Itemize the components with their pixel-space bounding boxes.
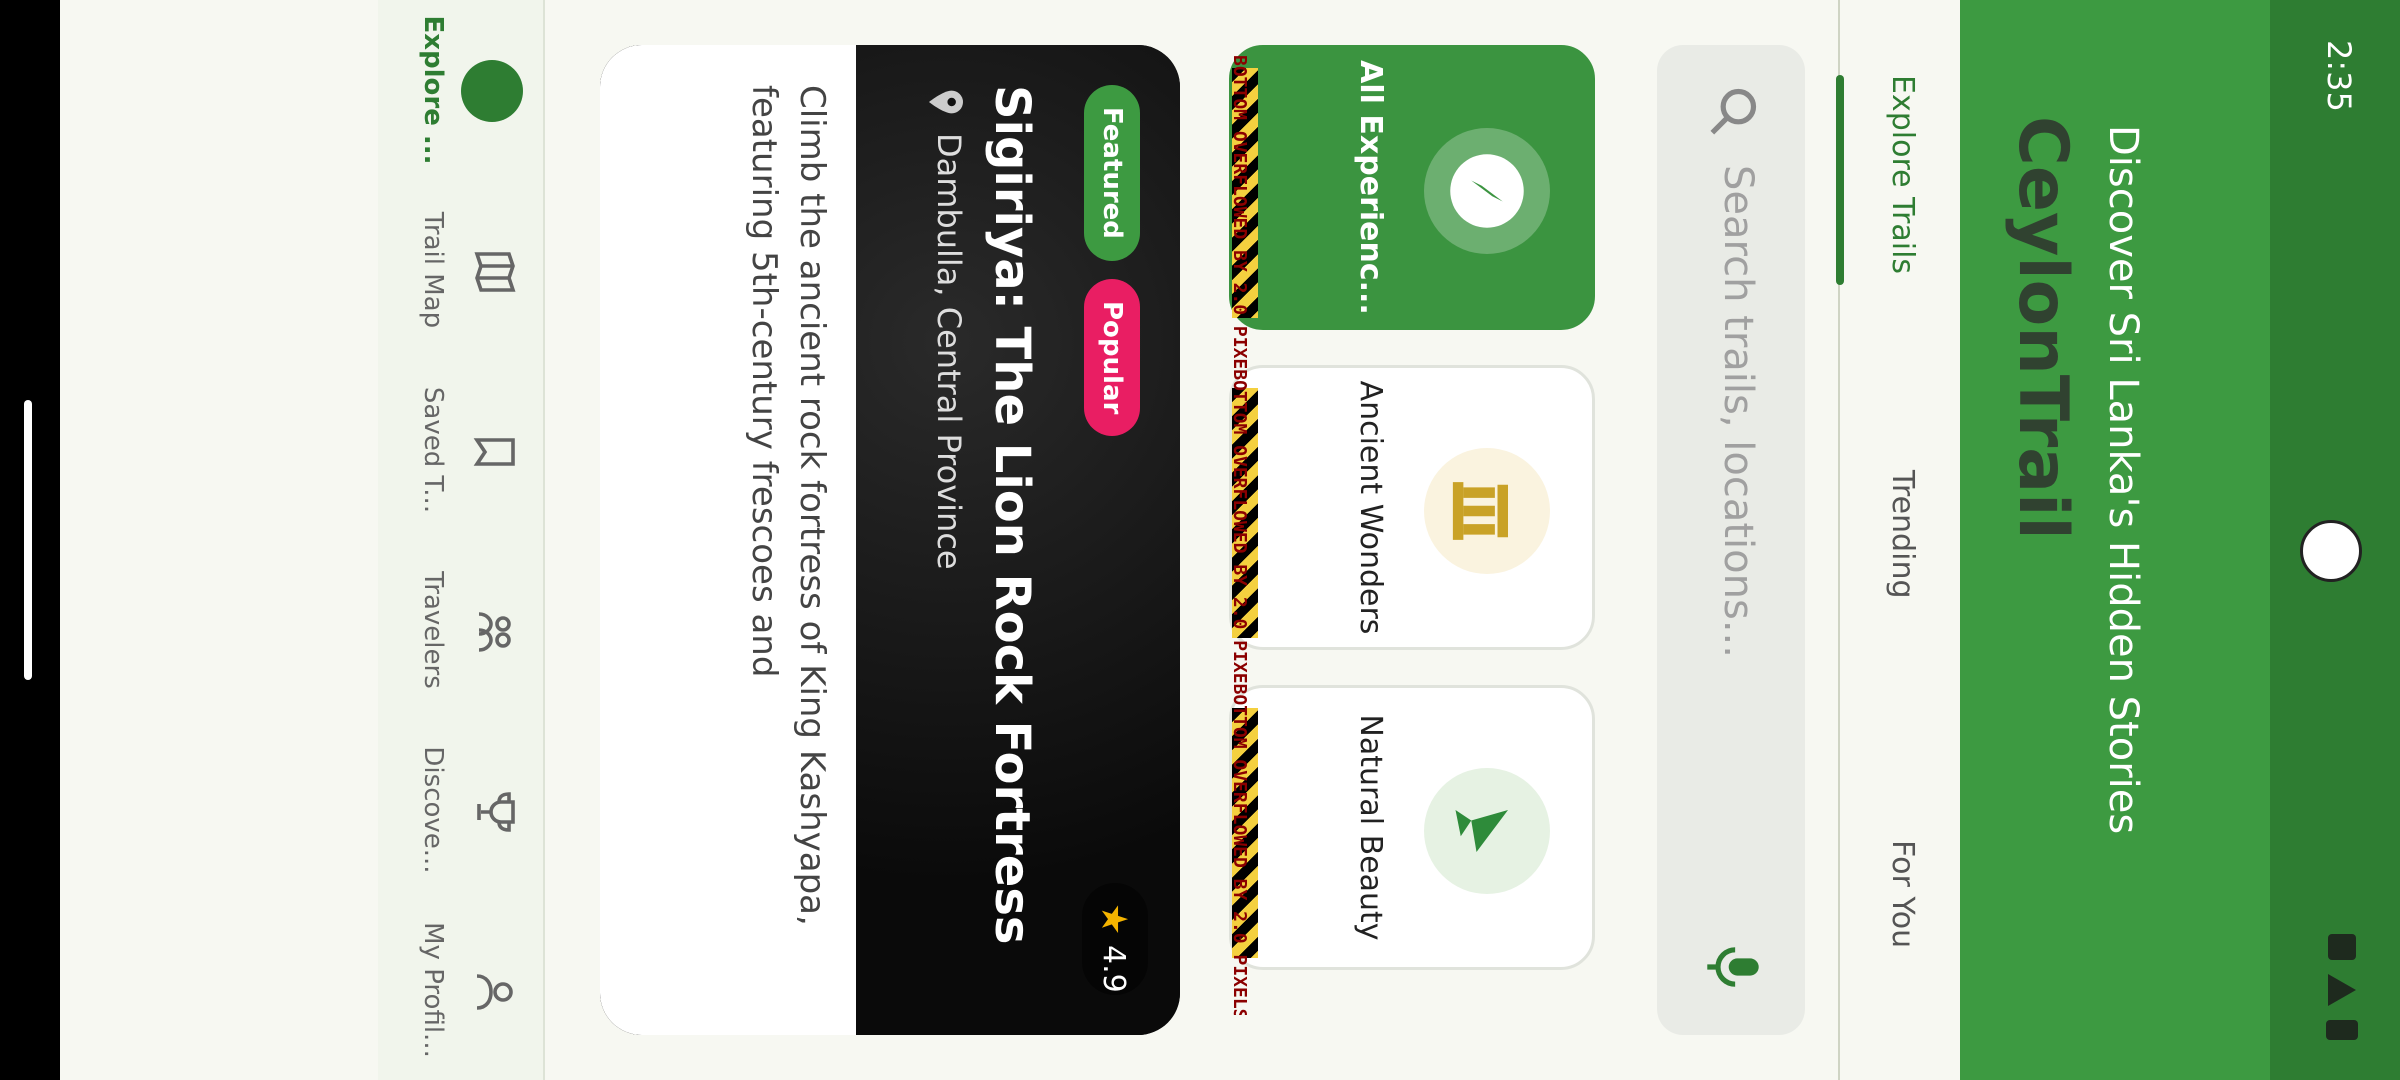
category-label: Natural Beauty bbox=[1353, 714, 1388, 941]
category-ancient-wonders[interactable]: Ancient Wonders bbox=[1229, 365, 1595, 650]
nav-travelers[interactable]: Travelers bbox=[378, 540, 543, 720]
trail-location: Dambulla, Central Province bbox=[930, 133, 968, 570]
nav-label: Explore ... bbox=[418, 15, 448, 165]
compass-icon bbox=[489, 86, 501, 98]
leaf-icon bbox=[1424, 768, 1550, 894]
category-row: All Experienc... Ancient Wonders Natural… bbox=[1225, 45, 1595, 1035]
battery-icon bbox=[2326, 1020, 2358, 1040]
category-label: Ancient Wonders bbox=[1353, 380, 1388, 635]
overflow-text: BOTTOM OVERFLOWED BY 2.0 PIXE bbox=[1229, 55, 1250, 370]
status-icons bbox=[2326, 934, 2358, 1040]
popular-badge: Popular bbox=[1084, 279, 1140, 437]
app-brand: CeylonTrail bbox=[2003, 116, 2082, 540]
nav-trail-map[interactable]: Trail Map bbox=[378, 180, 543, 360]
trail-description: Climb the ancient rock fortress of King … bbox=[744, 85, 832, 926]
rating-value: 4.9 bbox=[1096, 945, 1131, 993]
tab-trending[interactable]: Trending bbox=[1885, 470, 1920, 599]
tab-explore-trails[interactable]: Explore Trails bbox=[1885, 75, 1920, 274]
category-all-experiences[interactable]: All Experienc... bbox=[1229, 45, 1595, 330]
overflow-text-row: BOTTOM OVERFLOWED BY 2.0 PIXEBOTTOM OVER… bbox=[1229, 55, 1250, 1015]
featured-badge: Featured bbox=[1084, 85, 1140, 261]
overflow-text: BOTTOM OVERFLOWED BY 2.0 PIXE bbox=[1229, 369, 1250, 684]
search-input[interactable]: Search trails, locations... bbox=[1715, 165, 1761, 658]
nav-discover[interactable]: Discove... bbox=[378, 720, 543, 900]
tab-for-you[interactable]: For You bbox=[1885, 840, 1920, 948]
nav-saved-trails[interactable]: Saved T... bbox=[378, 360, 543, 540]
trail-title: Sigiriya: The Lion Rock Fortress bbox=[984, 85, 1040, 945]
gesture-handle[interactable] bbox=[24, 400, 32, 680]
bottom-navigation: Explore ... Trail Map Saved T... Travele… bbox=[378, 0, 545, 1080]
app-header: Discover Sri Lanka's Hidden Stories Ceyl… bbox=[1960, 0, 2270, 1080]
nav-label: My Profil... bbox=[418, 922, 448, 1058]
search-icon bbox=[1710, 88, 1757, 135]
trophy-icon bbox=[477, 792, 515, 832]
rating-badge: ★ 4.9 bbox=[1082, 883, 1148, 995]
category-natural-beauty[interactable]: Natural Beauty bbox=[1229, 685, 1595, 970]
category-label: All Experienc... bbox=[1353, 60, 1388, 315]
signal-icon bbox=[2328, 974, 2356, 1006]
status-bar: 2:35 bbox=[2270, 0, 2400, 1080]
people-icon bbox=[478, 612, 511, 652]
location-pin-icon bbox=[929, 90, 963, 114]
status-time: 2:35 bbox=[2320, 40, 2358, 112]
wifi-icon bbox=[2328, 934, 2356, 960]
nav-label: Saved T... bbox=[418, 386, 448, 514]
overflow-text: BOTTOM OVERFLOWED BY 2.0 PIXELS bbox=[1229, 683, 1250, 1015]
card-description-panel: Climb the ancient rock fortress of King … bbox=[600, 45, 856, 1035]
nav-label: Travelers bbox=[418, 571, 448, 689]
header-tagline: Discover Sri Lanka's Hidden Stories bbox=[2100, 125, 2146, 835]
bookmark-icon bbox=[473, 438, 515, 466]
person-icon bbox=[476, 974, 513, 1010]
nav-label: Discove... bbox=[418, 746, 448, 874]
nav-label: Trail Map bbox=[418, 211, 448, 329]
nav-explore[interactable]: Explore ... bbox=[378, 0, 543, 180]
camera-cutout bbox=[2300, 520, 2362, 582]
tab-indicator bbox=[1836, 75, 1844, 285]
compass-icon bbox=[1424, 128, 1550, 254]
mic-icon[interactable] bbox=[1703, 941, 1763, 993]
search-bar[interactable]: Search trails, locations... bbox=[1657, 45, 1805, 1035]
phone-screen: 2:35 Discover Sri Lanka's Hidden Stories… bbox=[0, 0, 2400, 1080]
tab-bar: Explore Trails Trending For You bbox=[1836, 0, 1960, 1080]
featured-trail-card[interactable]: Featured Popular ★ 4.9 Sigiriya: The Lio… bbox=[600, 45, 1180, 1035]
temple-icon bbox=[1424, 448, 1550, 574]
nav-my-profile[interactable]: My Profil... bbox=[378, 900, 543, 1080]
map-icon bbox=[474, 252, 516, 292]
star-icon: ★ bbox=[1093, 903, 1134, 936]
